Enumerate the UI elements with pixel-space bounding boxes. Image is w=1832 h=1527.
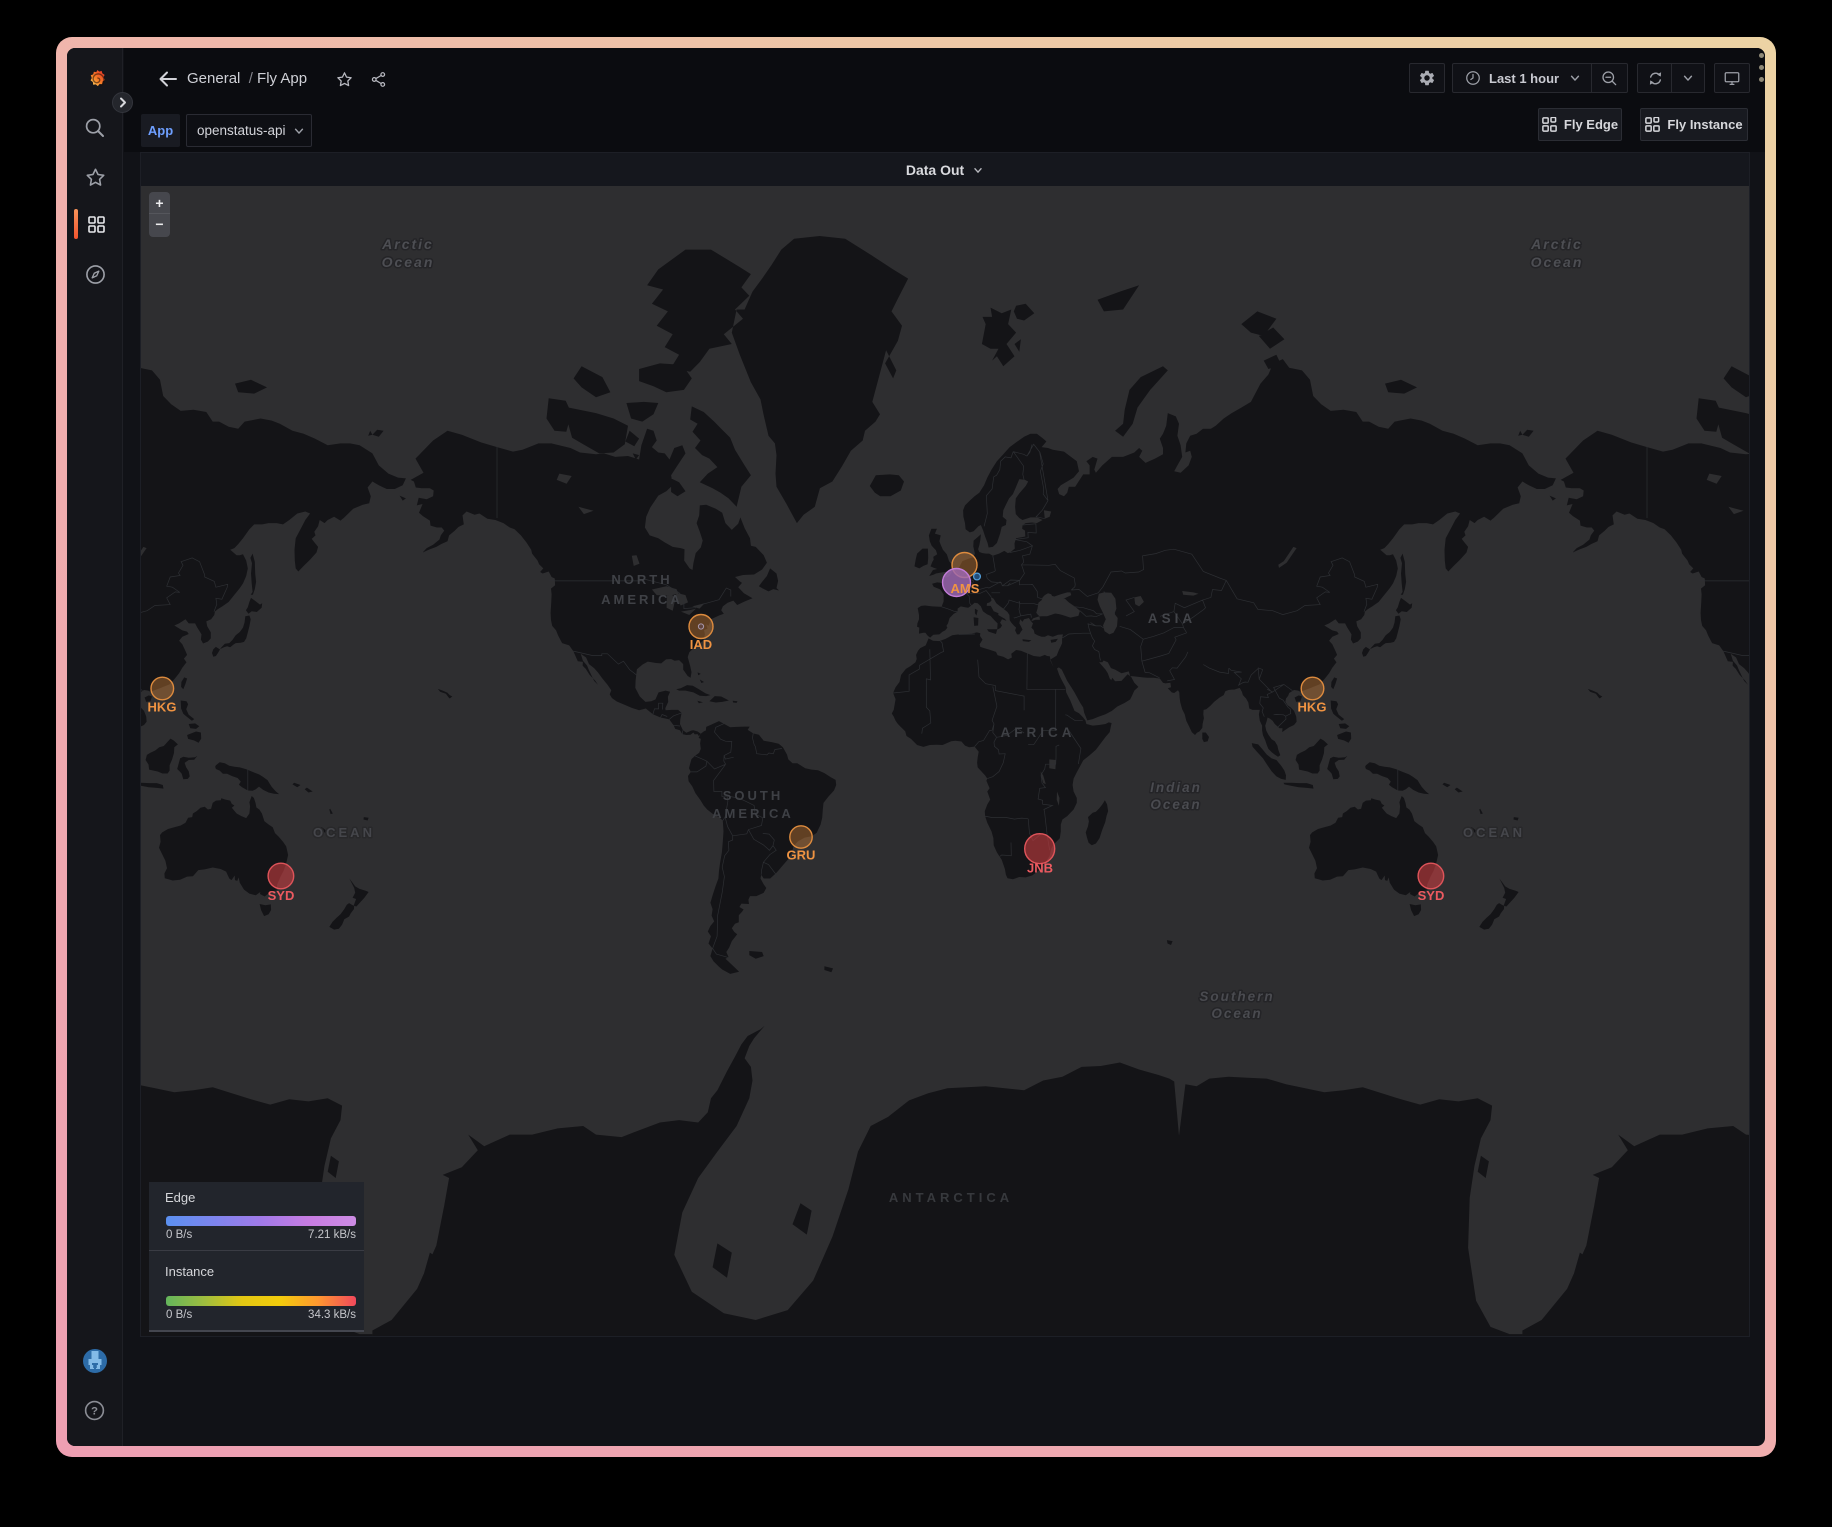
svg-text:ASIA: ASIA [1148, 611, 1196, 626]
svg-text:Arctic: Arctic [1530, 236, 1583, 252]
svg-text:SYD: SYD [1418, 888, 1445, 903]
svg-text:Ocean: Ocean [1211, 1006, 1262, 1021]
svg-text:Southern: Southern [1199, 989, 1274, 1004]
svg-text:AFRICA: AFRICA [1001, 725, 1076, 740]
svg-text:AMERICA: AMERICA [601, 592, 683, 607]
svg-text:AMS: AMS [951, 581, 980, 596]
svg-text:ANTARCTICA: ANTARCTICA [889, 1190, 1013, 1205]
svg-text:SOUTH: SOUTH [723, 788, 784, 803]
svg-text:NORTH: NORTH [611, 572, 672, 587]
svg-text:AMERICA: AMERICA [712, 806, 794, 821]
svg-text:OCEAN: OCEAN [313, 825, 375, 840]
svg-text:Ocean: Ocean [382, 254, 435, 270]
svg-text:Indian: Indian [1150, 780, 1202, 795]
svg-text:JNB: JNB [1027, 861, 1053, 876]
svg-text:Ocean: Ocean [1150, 797, 1201, 812]
svg-text:Ocean: Ocean [1531, 254, 1584, 270]
svg-text:OCEAN: OCEAN [1463, 825, 1525, 840]
svg-text:HKG: HKG [1298, 700, 1327, 715]
svg-text:HKG: HKG [148, 700, 177, 715]
svg-text:IAD: IAD [690, 637, 712, 652]
svg-text:?: ? [91, 1406, 98, 1418]
svg-text:Arctic: Arctic [381, 236, 434, 252]
svg-text:GRU: GRU [787, 848, 816, 863]
svg-text:SYD: SYD [268, 888, 295, 903]
